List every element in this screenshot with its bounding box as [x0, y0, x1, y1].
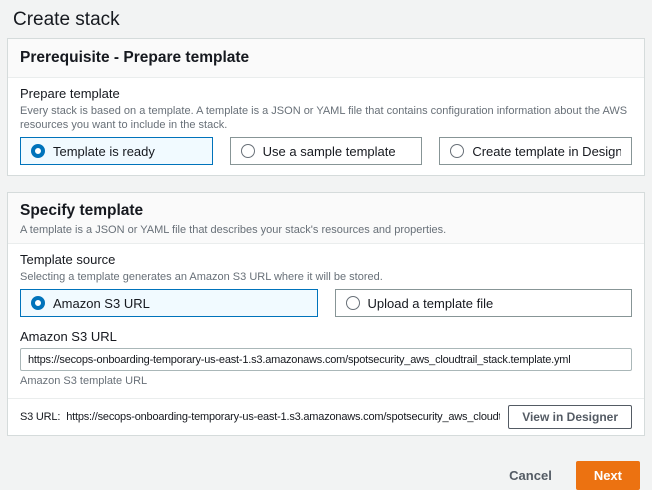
radio-selected-icon	[31, 144, 45, 158]
specify-template-card-body: Template source Selecting a template gen…	[8, 244, 644, 398]
radio-tile-template-is-ready[interactable]: Template is ready	[20, 137, 213, 165]
radio-tile-label: Use a sample template	[263, 144, 396, 159]
specify-template-card-description: A template is a JSON or YAML file that d…	[20, 223, 632, 237]
page-title: Create stack	[7, 0, 645, 38]
prerequisite-card-title: Prerequisite - Prepare template	[20, 48, 632, 68]
prepare-template-label: Prepare template	[20, 86, 632, 102]
create-stack-page: Create stack Prerequisite - Prepare temp…	[0, 0, 652, 490]
prerequisite-card-body: Prepare template Every stack is based on…	[8, 78, 644, 175]
wizard-footer: Cancel Next	[7, 452, 645, 490]
amazon-s3-url-input[interactable]	[20, 348, 632, 371]
prerequisite-card-header: Prerequisite - Prepare template	[8, 39, 644, 78]
radio-unselected-icon	[346, 296, 360, 310]
next-button[interactable]: Next	[576, 461, 640, 490]
radio-tile-upload-template-file[interactable]: Upload a template file	[335, 289, 633, 317]
radio-tile-label: Amazon S3 URL	[53, 296, 150, 311]
specify-template-card-header: Specify template A template is a JSON or…	[8, 193, 644, 244]
s3-url-prefix: S3 URL:	[20, 411, 60, 423]
amazon-s3-url-group: Amazon S3 URL Amazon S3 template URL	[20, 329, 632, 388]
radio-tile-label: Template is ready	[53, 144, 155, 159]
specify-template-card-title: Specify template	[20, 201, 632, 221]
template-source-description: Selecting a template generates an Amazon…	[20, 270, 632, 284]
radio-tile-label: Upload a template file	[368, 296, 494, 311]
radio-unselected-icon	[241, 144, 255, 158]
radio-tile-create-template-in-designer[interactable]: Create template in Designer	[439, 137, 632, 165]
radio-tile-label: Create template in Designer	[472, 144, 621, 159]
specify-template-card: Specify template A template is a JSON or…	[7, 192, 645, 436]
template-source-label: Template source	[20, 252, 632, 268]
radio-unselected-icon	[450, 144, 464, 158]
prepare-template-options: Template is ready Use a sample template …	[20, 137, 632, 165]
radio-tile-amazon-s3-url[interactable]: Amazon S3 URL	[20, 289, 318, 317]
amazon-s3-url-helper: Amazon S3 template URL	[20, 374, 632, 388]
cancel-button[interactable]: Cancel	[509, 468, 552, 483]
template-source-options: Amazon S3 URL Upload a template file	[20, 289, 632, 317]
amazon-s3-url-label: Amazon S3 URL	[20, 329, 632, 345]
prerequisite-card: Prerequisite - Prepare template Prepare …	[7, 38, 645, 176]
s3-url-summary: S3 URL: https://secops-onboarding-tempora…	[20, 411, 500, 423]
prepare-template-description: Every stack is based on a template. A te…	[20, 104, 632, 132]
view-in-designer-button[interactable]: View in Designer	[508, 405, 632, 429]
radio-tile-use-sample-template[interactable]: Use a sample template	[230, 137, 423, 165]
s3-url-value: https://secops-onboarding-temporary-us-e…	[66, 411, 500, 423]
radio-selected-icon	[31, 296, 45, 310]
s3-url-summary-row: S3 URL: https://secops-onboarding-tempora…	[8, 398, 644, 435]
